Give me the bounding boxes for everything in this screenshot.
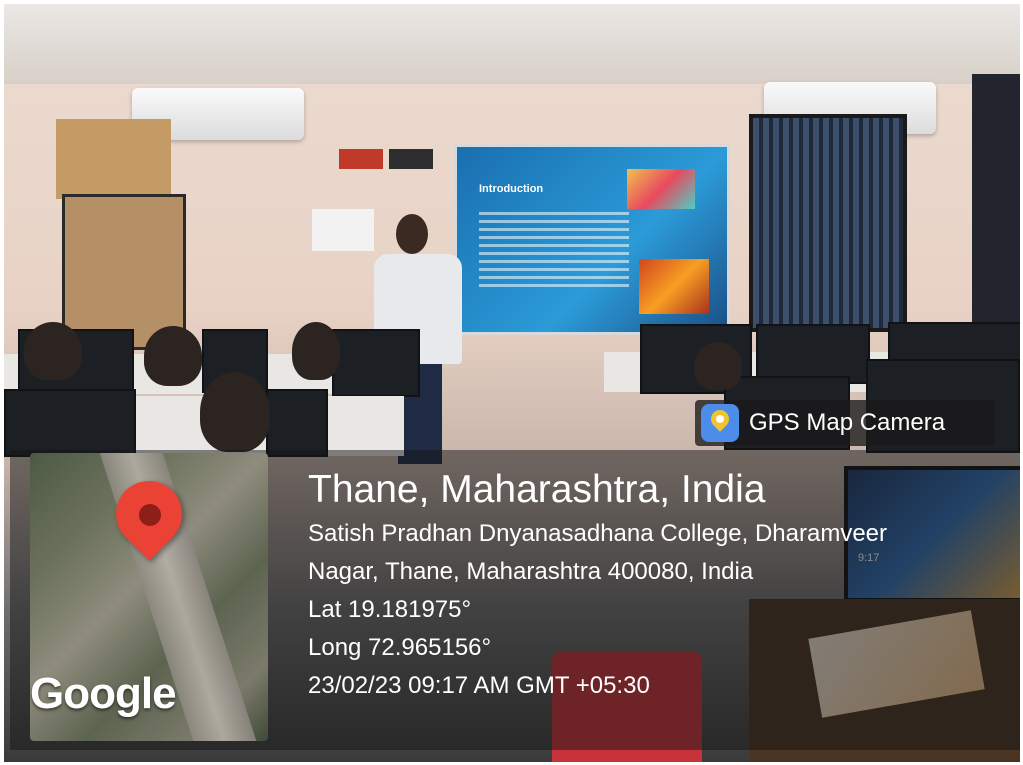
location-pin-center <box>139 504 161 526</box>
gps-map-camera-badge: GPS Map Camera <box>695 400 995 446</box>
student-head <box>144 326 202 386</box>
monitor <box>332 329 420 397</box>
map-pin-app-icon <box>701 404 739 442</box>
no-mobile-sign <box>339 149 383 169</box>
slide-text-lines <box>479 207 629 292</box>
student-head <box>292 322 340 380</box>
address-line-1: Satish Pradhan Dnyanasadhana College, Dh… <box>308 520 888 547</box>
slide-image-top <box>627 169 695 209</box>
slide-image-bottom <box>639 259 709 314</box>
presenter-head <box>396 214 428 254</box>
map-thumbnail: Google <box>30 453 268 741</box>
window-grille <box>749 114 907 332</box>
student-head <box>694 342 742 390</box>
cardboard-boxes <box>56 119 171 199</box>
monitor <box>4 389 136 457</box>
monitor <box>756 324 870 384</box>
wall-poster <box>972 74 1020 324</box>
location-info: Thane, Maharashtra, India Satish Pradhan… <box>308 465 887 705</box>
google-logo: Google <box>30 669 177 718</box>
address-line-2: Nagar, Thane, Maharashtra 400080, India <box>308 558 754 585</box>
student-head <box>200 372 270 452</box>
projector-screen: Introduction <box>454 144 730 335</box>
monitor <box>266 389 328 457</box>
slide-title: Introduction <box>479 183 544 195</box>
datetime: 23/02/23 09:17 AM GMT +05:30 <box>308 672 650 699</box>
ceiling <box>4 4 1020 84</box>
keep-silence-sign <box>389 149 433 169</box>
wall-notice <box>312 209 374 251</box>
latitude: Lat 19.181975° <box>308 596 472 623</box>
longitude: Long 72.965156° <box>308 634 492 661</box>
city-line: Thane, Maharashtra, India <box>308 468 766 511</box>
app-name: GPS Map Camera <box>749 409 946 436</box>
student-head <box>24 322 82 380</box>
